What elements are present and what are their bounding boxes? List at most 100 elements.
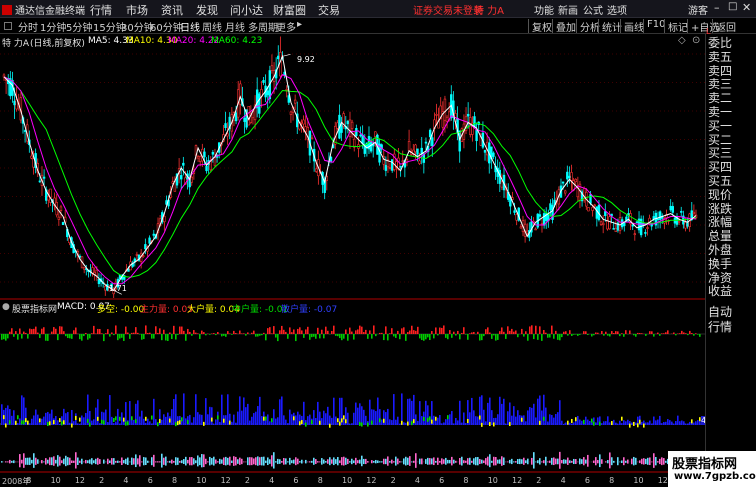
- sanhu-bar: [171, 409, 173, 425]
- bottom-flow-bar: [335, 459, 337, 464]
- flow-bar: [227, 331, 229, 334]
- flow-bar: [527, 334, 529, 341]
- sanhu-bar: [7, 405, 9, 425]
- flow-bar: [685, 333, 687, 334]
- sanhu-bar: [275, 418, 277, 425]
- quote-mode-label[interactable]: 行情: [708, 320, 732, 335]
- flow-bar: [563, 331, 565, 334]
- sanhu-bar: [97, 399, 99, 425]
- flow-bar: [419, 334, 421, 339]
- duokong-label: 多空: -0.00: [97, 305, 145, 315]
- bottom-flow-bar: [539, 458, 541, 465]
- dahu-bar: [47, 422, 49, 427]
- chart-canvas[interactable]: [0, 0, 756, 487]
- flow-bar: [501, 327, 503, 334]
- flow-bar: [455, 334, 457, 336]
- flow-bar: [505, 334, 507, 339]
- bottom-flow-bar: [577, 461, 579, 463]
- sanhu-bar: [191, 422, 193, 425]
- sanhu-bar: [395, 419, 397, 425]
- flow-bar: [593, 334, 595, 336]
- sanhu-bar: [665, 421, 667, 425]
- sanhu-bar: [645, 422, 647, 425]
- quote-field-label: 买三: [708, 146, 733, 161]
- flow-bar: [691, 333, 693, 334]
- flow-bar: [667, 330, 669, 334]
- dahu-bar: [101, 419, 103, 424]
- candle-body: [540, 223, 544, 225]
- bottom-flow-bar: [367, 461, 369, 463]
- flow-bar: [133, 332, 135, 334]
- bottom-flow-bar: [347, 458, 349, 465]
- bottom-flow-bar: [21, 459, 23, 464]
- dahu-bar: [691, 419, 693, 424]
- candle-body: [692, 211, 696, 215]
- bottom-flow-bar: [325, 461, 327, 463]
- sanhu-bar: [555, 414, 557, 425]
- bottom-flow-bar: [331, 459, 333, 464]
- sanhu-bar: [443, 422, 445, 425]
- bottom-flow-bar: [151, 457, 153, 466]
- sanhu-bar: [553, 417, 555, 425]
- candle-body: [205, 165, 208, 172]
- bottom-flow-bar: [357, 460, 359, 464]
- sanhu-bar: [617, 423, 619, 425]
- sanhu-bar: [117, 408, 119, 425]
- sanhu-bar: [289, 409, 291, 425]
- candle-body: [593, 204, 596, 207]
- candle-body: [601, 222, 605, 226]
- bottom-flow-bar: [605, 461, 607, 463]
- flow-bar: [295, 334, 297, 342]
- flow-bar: [603, 334, 605, 336]
- sanhu-bar: [239, 396, 241, 425]
- high-marker: [282, 53, 291, 57]
- quote-field-label: 换手: [708, 256, 733, 271]
- candle-body: [180, 175, 183, 180]
- sanhu-bar: [419, 401, 421, 425]
- sanhu-bar: [335, 416, 337, 425]
- sanhu-bar: [479, 396, 481, 425]
- flow-bar: [257, 334, 259, 337]
- sanhu-bar: [287, 423, 289, 425]
- flow-bar: [51, 331, 53, 334]
- sanhu-bar: [477, 416, 479, 425]
- flow-bar: [161, 334, 163, 341]
- flow-bar: [451, 334, 453, 338]
- sanhu-bar: [681, 420, 683, 425]
- flow-bar: [27, 334, 29, 339]
- bottom-flow-bar: [93, 460, 95, 464]
- flow-bar: [211, 333, 213, 334]
- bottom-flow-bar: [575, 459, 577, 464]
- sanhu-bar: [621, 423, 623, 425]
- candle-body: [587, 207, 590, 212]
- candle-body: [526, 230, 529, 234]
- quote-mode-label[interactable]: 自动: [708, 305, 732, 320]
- flow-bar: [547, 334, 549, 338]
- date-tick-label: 6: [147, 476, 153, 485]
- sanhu-bar: [13, 410, 15, 425]
- sanhu-bar: [417, 420, 419, 425]
- candle-body: [604, 211, 607, 216]
- bottom-flow-bar: [377, 460, 379, 464]
- sanhu-bar: [569, 422, 571, 425]
- bottom-flow-bar: [499, 459, 501, 464]
- dahu-bar: [575, 417, 577, 422]
- sanhu-bar: [685, 423, 687, 425]
- candle-body: [445, 116, 449, 122]
- sanhu-bar: [373, 409, 375, 425]
- sanhu-bar: [343, 418, 345, 425]
- sanhu-bar: [585, 416, 587, 425]
- flow-bar: [387, 334, 389, 341]
- bottom-flow-bar: [455, 460, 457, 463]
- flow-bar: [25, 332, 27, 334]
- bottom-flow-bar: [269, 459, 271, 464]
- flow-bar: [323, 334, 325, 339]
- bottom-flow-bar: [493, 456, 495, 466]
- dahu-bar: [15, 420, 17, 425]
- candle-body: [224, 123, 227, 129]
- bottom-flow-bar: [207, 461, 209, 463]
- flow-bar: [97, 328, 99, 334]
- bottom-flow-bar: [121, 457, 123, 466]
- sanhu-bar: [19, 418, 21, 425]
- bottom-flow-bar: [45, 458, 47, 465]
